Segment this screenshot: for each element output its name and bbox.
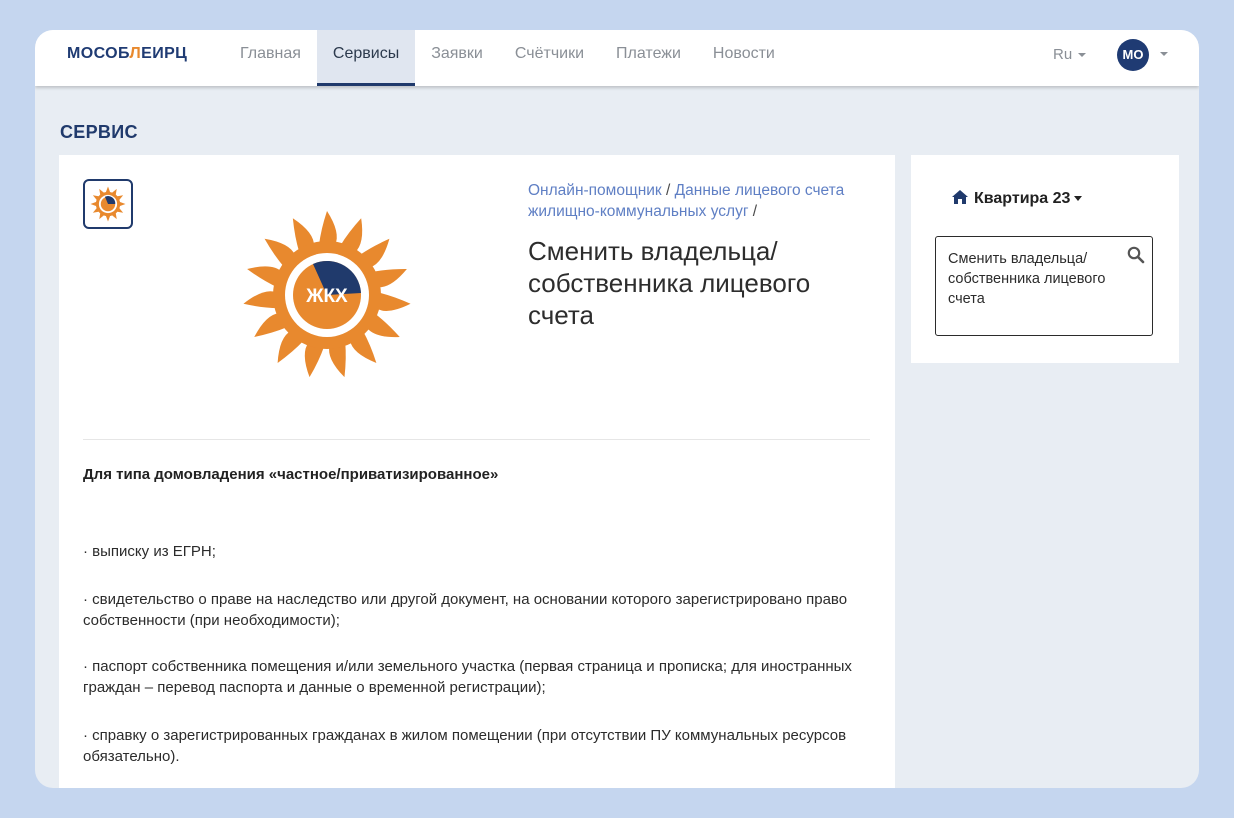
search-input[interactable]: Сменить владельца/ собственника лицевого… bbox=[948, 249, 1118, 329]
top-navbar: МОСОБЛЕИРЦ Главная Сервисы Заявки Счётчи… bbox=[35, 30, 1199, 86]
nav-requests[interactable]: Заявки bbox=[415, 30, 499, 86]
list-item: · свидетельство о праве на наследство ил… bbox=[83, 591, 848, 629]
hero-logo-text: ЖКХ bbox=[305, 286, 348, 307]
service-hero-image: ЖКХ bbox=[149, 180, 504, 415]
logo-mosobleirc[interactable]: МОСОБЛЕИРЦ bbox=[67, 45, 187, 63]
content-divider bbox=[83, 439, 870, 440]
breadcrumb-separator: / bbox=[666, 182, 671, 199]
zhkkh-sun-logo-icon bbox=[90, 186, 126, 222]
main-nav: Главная Сервисы Заявки Счётчики Платежи … bbox=[224, 30, 791, 86]
sidebar-card: Квартира 23 Сменить владельца/ собственн… bbox=[911, 155, 1179, 363]
language-label: Ru bbox=[1053, 46, 1073, 63]
breadcrumb-online-assistant[interactable]: Онлайн-помощник bbox=[528, 182, 662, 199]
breadcrumb: Онлайн-помощник / Данные лицевого счета … bbox=[528, 180, 878, 222]
nav-meters[interactable]: Счётчики bbox=[499, 30, 600, 86]
service-card: ЖКХ Онлайн-помощник / Данные лицевого сч… bbox=[59, 155, 895, 788]
home-icon bbox=[952, 190, 968, 204]
nav-home[interactable]: Главная bbox=[224, 30, 317, 86]
service-thumbnail[interactable] bbox=[83, 179, 133, 229]
service-title: Сменить владельца/ собственника лицевого… bbox=[528, 236, 811, 330]
nav-services[interactable]: Сервисы bbox=[316, 30, 416, 86]
page-title: СЕРВИС bbox=[60, 122, 138, 142]
logo-part-3: ЕИРЦ bbox=[141, 45, 188, 62]
user-menu-chevron-down-icon[interactable] bbox=[1160, 52, 1168, 56]
chevron-down-icon bbox=[1078, 53, 1087, 58]
search-icon[interactable] bbox=[1127, 246, 1145, 264]
user-avatar[interactable]: МО bbox=[1117, 39, 1149, 71]
list-item: · выписку из ЕГРН; bbox=[83, 543, 216, 560]
apartment-selector[interactable]: Квартира 23 bbox=[951, 189, 1083, 208]
nav-news[interactable]: Новости bbox=[697, 30, 791, 86]
breadcrumb-separator: / bbox=[752, 203, 758, 220]
app-window: МОСОБЛЕИРЦ Главная Сервисы Заявки Счётчи… bbox=[35, 30, 1199, 788]
logo-part-2: Л bbox=[129, 45, 142, 62]
list-item: · паспорт собственника помещения и/или з… bbox=[83, 658, 852, 696]
list-item: · справку о зарегистрированных гражданах… bbox=[83, 727, 847, 765]
zhkkh-sun-logo-large-icon: ЖКХ bbox=[243, 211, 411, 378]
service-search: Сменить владельца/ собственника лицевого… bbox=[935, 236, 1153, 336]
chevron-down-icon bbox=[1074, 196, 1083, 202]
language-selector[interactable]: Ru bbox=[1053, 46, 1087, 63]
content-subheading: Для типа домовладения «частное/приватизи… bbox=[83, 466, 499, 483]
logo-part-1: МОСОБ bbox=[67, 45, 130, 62]
nav-payments[interactable]: Платежи bbox=[600, 30, 697, 86]
apartment-label: Квартира 23 bbox=[974, 190, 1071, 207]
